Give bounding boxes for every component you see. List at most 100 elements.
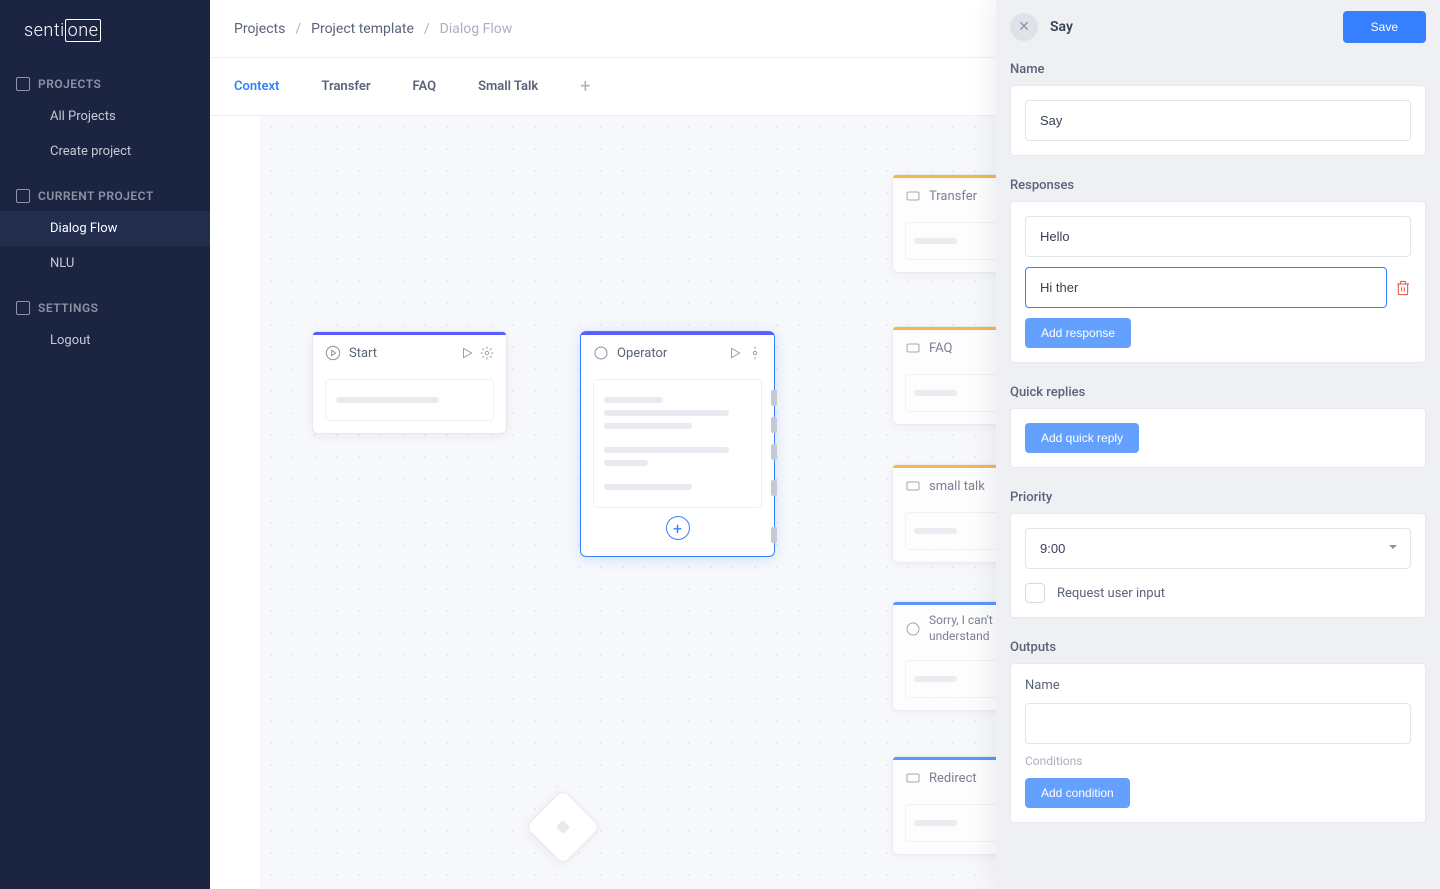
node-body: + xyxy=(581,371,774,556)
left-sidebar: sentione PROJECTS All Projects Create pr… xyxy=(0,0,210,889)
nav-header-current: CURRENT PROJECT xyxy=(0,181,210,211)
placeholder xyxy=(914,238,957,244)
node-title: Start xyxy=(349,346,377,361)
placeholder xyxy=(604,460,648,466)
card-icon xyxy=(905,478,921,494)
card-icon xyxy=(905,770,921,786)
save-button[interactable]: Save xyxy=(1343,11,1426,43)
nav-item-create-project[interactable]: Create project xyxy=(0,134,210,169)
node-title: Transfer xyxy=(929,189,977,204)
name-input[interactable] xyxy=(1025,100,1411,141)
checkbox-icon[interactable] xyxy=(1025,583,1045,603)
priority-select[interactable] xyxy=(1025,528,1411,569)
logo-boxed: one xyxy=(65,19,102,42)
play-icon xyxy=(325,345,341,361)
folder-icon xyxy=(16,77,30,91)
gear-small-icon[interactable] xyxy=(748,346,762,360)
responses-label: Responses xyxy=(996,170,1440,201)
breadcrumb-current: Dialog Flow xyxy=(440,21,513,37)
placeholder xyxy=(336,397,439,403)
card-icon xyxy=(905,340,921,356)
outputs-name-label: Name xyxy=(1025,678,1411,693)
breadcrumb-project[interactable]: Project template xyxy=(311,21,414,37)
request-input-label: Request user input xyxy=(1057,586,1165,601)
tab-add[interactable]: + xyxy=(580,76,590,97)
breadcrumb: Projects / Project template / Dialog Flo… xyxy=(234,21,512,37)
node-title: FAQ xyxy=(929,341,952,356)
tab-context[interactable]: Context xyxy=(234,59,279,114)
output-port[interactable] xyxy=(771,390,777,406)
name-label: Name xyxy=(996,54,1440,85)
nav-item-logout[interactable]: Logout xyxy=(0,323,210,358)
request-input-row[interactable]: Request user input xyxy=(1025,583,1411,603)
nav-header-projects: PROJECTS xyxy=(0,69,210,99)
placeholder xyxy=(604,423,692,429)
play-small-icon[interactable] xyxy=(460,346,474,360)
nav-header-label: CURRENT PROJECT xyxy=(38,189,154,203)
node-title: small talk xyxy=(929,479,985,494)
nav-header-settings: SETTINGS xyxy=(0,293,210,323)
nav-header-label: PROJECTS xyxy=(38,77,101,91)
quick-replies-card: Add quick reply xyxy=(1010,408,1426,468)
gear-small-icon[interactable] xyxy=(480,346,494,360)
output-port[interactable] xyxy=(771,444,777,460)
nav-item-all-projects[interactable]: All Projects xyxy=(0,99,210,134)
tab-transfer[interactable]: Transfer xyxy=(321,59,370,114)
response-input[interactable] xyxy=(1025,216,1411,257)
output-port[interactable] xyxy=(771,417,777,433)
conditions-label: Conditions xyxy=(1025,754,1411,768)
play-small-icon[interactable] xyxy=(728,346,742,360)
output-name-input[interactable] xyxy=(1025,703,1411,744)
panel-title: Say xyxy=(1050,19,1073,35)
nav-item-nlu[interactable]: NLU xyxy=(0,246,210,281)
output-port[interactable] xyxy=(771,480,777,496)
tab-faq[interactable]: FAQ xyxy=(413,59,437,114)
chat-icon xyxy=(905,621,921,637)
nav-section-projects: PROJECTS All Projects Create project xyxy=(0,69,210,169)
name-card xyxy=(1010,85,1426,156)
connectors xyxy=(260,116,560,266)
nav-item-dialog-flow[interactable]: Dialog Flow xyxy=(0,211,210,246)
add-condition-button[interactable]: Add condition xyxy=(1025,778,1130,808)
node-start[interactable]: Start xyxy=(312,331,507,434)
placeholder xyxy=(914,676,957,682)
properties-panel: ✕ Say Save Name Responses Add response Q… xyxy=(996,0,1440,889)
placeholder xyxy=(914,528,957,534)
placeholder xyxy=(914,390,957,396)
close-button[interactable]: ✕ xyxy=(1010,13,1038,41)
nav-section-current: CURRENT PROJECT Dialog Flow NLU xyxy=(0,181,210,281)
panel-header: ✕ Say Save xyxy=(996,0,1440,54)
response-row xyxy=(1025,216,1411,257)
add-quick-reply-button[interactable]: Add quick reply xyxy=(1025,423,1139,453)
logo: sentione xyxy=(0,0,210,57)
placeholder xyxy=(604,397,663,403)
priority-card: Request user input xyxy=(1010,513,1426,618)
breadcrumb-sep: / xyxy=(295,21,301,37)
node-title: Redirect xyxy=(929,771,977,786)
priority-select-wrap xyxy=(1025,528,1411,569)
placeholder xyxy=(604,447,729,453)
node-condition[interactable] xyxy=(525,789,601,865)
trash-icon[interactable] xyxy=(1395,280,1411,296)
placeholder xyxy=(604,410,729,416)
tab-small-talk[interactable]: Small Talk xyxy=(478,59,538,114)
node-body xyxy=(313,371,506,433)
nav-header-label: SETTINGS xyxy=(38,301,99,315)
quick-replies-label: Quick replies xyxy=(996,377,1440,408)
placeholder xyxy=(604,484,692,490)
node-header: Operator xyxy=(581,335,774,371)
add-response-button[interactable]: Add response xyxy=(1025,318,1131,348)
responses-card: Add response xyxy=(1010,201,1426,363)
logo-prefix: senti xyxy=(24,20,65,41)
response-row xyxy=(1025,267,1411,308)
add-button[interactable]: + xyxy=(666,516,690,540)
node-operator[interactable]: Operator + xyxy=(580,331,775,557)
breadcrumb-sep: / xyxy=(424,21,430,37)
node-header: Start xyxy=(313,335,506,371)
output-port[interactable] xyxy=(771,527,777,543)
card-icon xyxy=(905,188,921,204)
nav-section-settings: SETTINGS Logout xyxy=(0,293,210,358)
response-input-active[interactable] xyxy=(1025,267,1387,308)
breadcrumb-root[interactable]: Projects xyxy=(234,21,285,37)
placeholder xyxy=(914,820,957,826)
